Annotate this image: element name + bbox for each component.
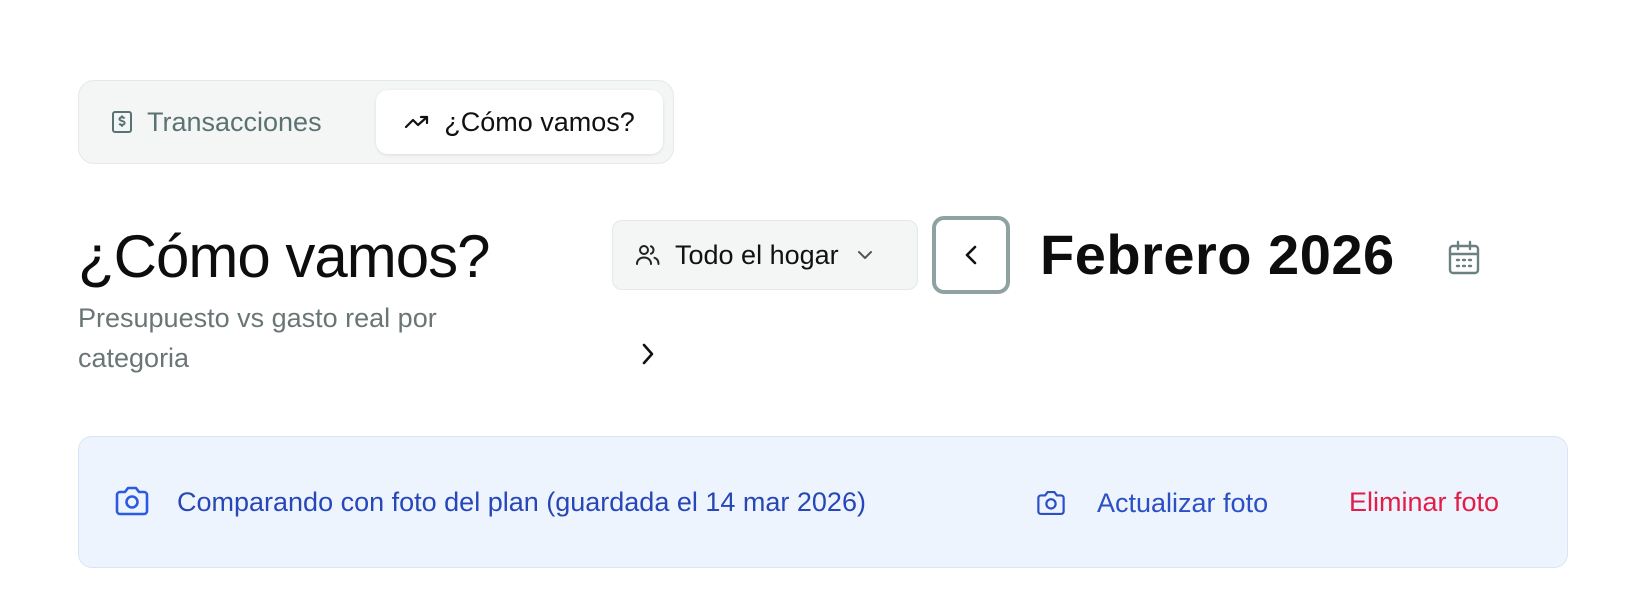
- tab-transacciones[interactable]: Transacciones: [111, 90, 322, 154]
- snapshot-banner: Comparando con foto del plan (guardada e…: [78, 436, 1568, 568]
- trending-up-icon: [404, 114, 430, 130]
- chevron-down-icon: [857, 250, 873, 260]
- tab-como-vamos[interactable]: ¿Cómo vamos?: [376, 90, 663, 154]
- next-month-button[interactable]: [630, 334, 666, 374]
- page-title: ¿Cómo vamos?: [78, 223, 490, 290]
- delete-snapshot-button[interactable]: Eliminar foto: [1349, 487, 1499, 518]
- calendar-button[interactable]: [1444, 236, 1484, 280]
- update-snapshot-button[interactable]: Actualizar foto: [1035, 481, 1268, 525]
- tab-label: ¿Cómo vamos?: [444, 106, 635, 137]
- update-snapshot-label: Actualizar foto: [1097, 487, 1269, 518]
- current-month: Febrero 2026: [1040, 223, 1395, 286]
- users-icon: [635, 243, 661, 267]
- calendar-icon: [1447, 240, 1481, 276]
- camera-icon: [1035, 489, 1067, 517]
- tab-label: Transacciones: [147, 106, 322, 137]
- page-subtitle: Presupuesto vs gasto real por categoria: [78, 303, 437, 373]
- prev-month-button[interactable]: [932, 216, 1010, 294]
- chevron-right-icon: [641, 342, 655, 366]
- household-select-label: Todo el hogar: [675, 239, 839, 270]
- view-tabs: Transacciones ¿Cómo vamos?: [78, 80, 674, 164]
- chevron-left-icon: [964, 244, 978, 266]
- camera-icon: [113, 485, 151, 517]
- receipt-icon: [111, 110, 133, 134]
- snapshot-message: Comparando con foto del plan (guardada e…: [177, 487, 866, 517]
- page: Transacciones ¿Cómo vamos? ¿Cómo vamos? …: [0, 0, 1634, 612]
- household-select[interactable]: Todo el hogar: [612, 220, 918, 290]
